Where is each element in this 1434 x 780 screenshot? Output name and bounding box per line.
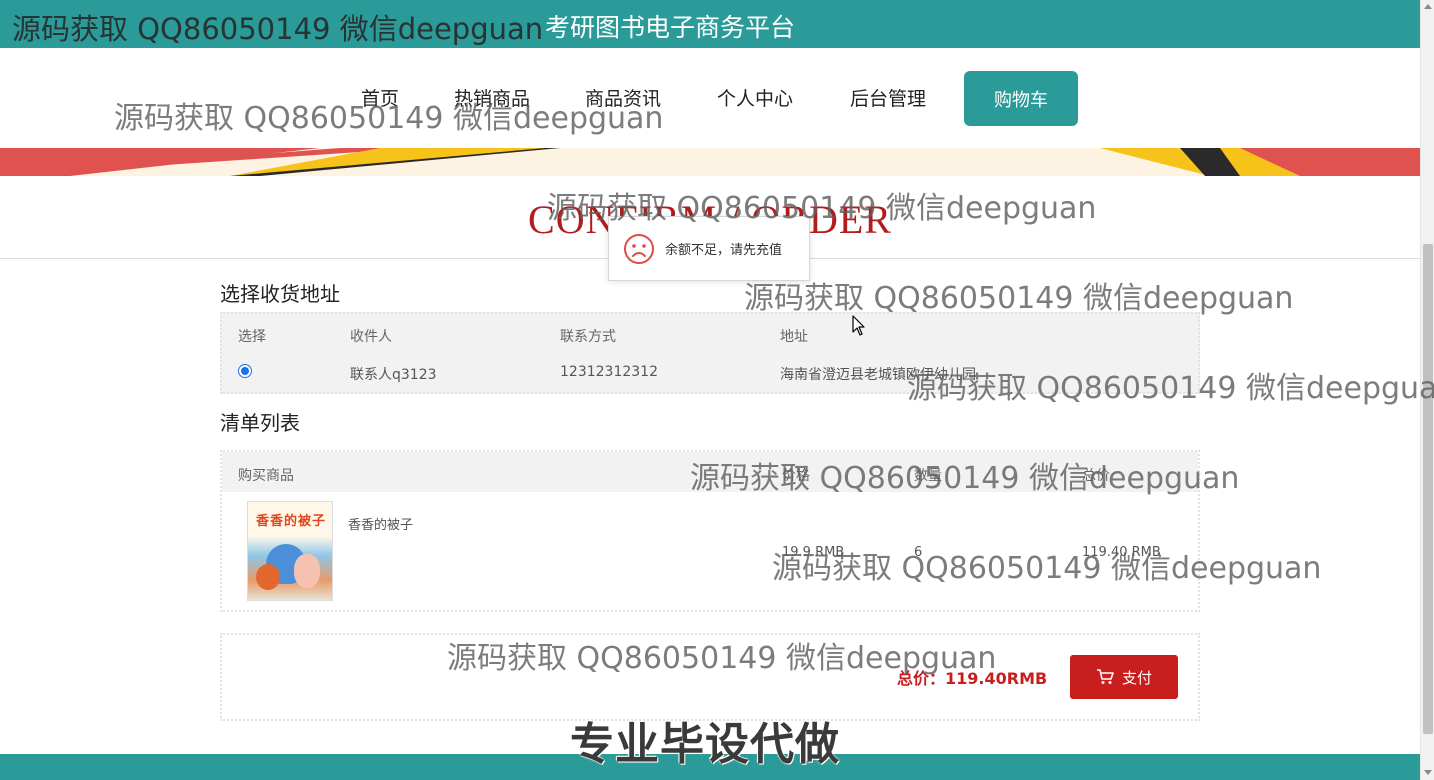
product-subtotal: 119.40 RMB [1082, 545, 1161, 560]
items-col-product: 购买商品 [238, 468, 294, 484]
page-scrollbar[interactable] [1420, 0, 1434, 780]
address-radio[interactable] [238, 364, 252, 378]
items-table: 购买商品 价格 数量 总价 香香的被子 香香的被子 19.9 RMB 6 119… [220, 450, 1200, 612]
toast-message: 余额不足，请先充值 [608, 216, 810, 281]
items-section-title: 清单列表 [220, 411, 300, 435]
radio-selected-dot [241, 367, 249, 375]
product-name[interactable]: 香香的被子 [348, 514, 413, 533]
site-title: 考研图书电子商务平台 [545, 13, 796, 42]
items-col-subtotal: 总价 [1082, 468, 1110, 484]
address-phone: 12312312312 [560, 364, 658, 380]
product-cover-image[interactable]: 香香的被子 [247, 501, 333, 601]
address-table: 选择 收件人 联系方式 地址 联系人q3123 12312312312 海南省澄… [220, 312, 1200, 394]
total-price: 总价：119.40RMB [897, 669, 1048, 688]
scroll-up-icon[interactable] [1424, 4, 1432, 9]
items-col-price: 价格 [782, 468, 810, 484]
items-col-quantity: 数量 [914, 468, 942, 484]
top-header-bar: 考研图书电子商务平台 [0, 0, 1420, 48]
address-section-title: 选择收货地址 [220, 282, 340, 306]
product-price: 19.9 RMB [782, 545, 845, 560]
scroll-thumb[interactable] [1423, 244, 1433, 734]
cover-illustration-child [294, 554, 320, 588]
cover-title: 香香的被子 [256, 514, 327, 529]
nav-home[interactable]: 首页 [361, 84, 399, 111]
nav-hot-products[interactable]: 热销商品 [454, 84, 530, 111]
cover-illustration-fox [256, 564, 280, 590]
watermark: 源码获取 QQ86050149 微信deepguan [744, 281, 1294, 316]
address-col-phone: 联系方式 [560, 329, 616, 345]
pay-button-label: 支付 [1121, 668, 1152, 687]
product-quantity: 6 [914, 545, 923, 560]
nav-personal-center[interactable]: 个人中心 [717, 84, 793, 111]
promo-overlay: 专业毕设代做 [570, 719, 840, 770]
address-recipient: 联系人q3123 [350, 367, 437, 383]
pay-button[interactable]: 支付 [1070, 655, 1178, 699]
cart-icon [1096, 669, 1114, 684]
scroll-down-icon[interactable] [1424, 770, 1432, 775]
nav-product-news[interactable]: 商品资讯 [585, 84, 661, 111]
nav-admin[interactable]: 后台管理 [850, 84, 926, 111]
main-nav: 首页 热销商品 商品资讯 个人中心 后台管理 购物车 [0, 48, 1420, 148]
address-text: 海南省澄迈县老城镇欧伊幼儿园 [780, 367, 976, 383]
address-col-address: 地址 [780, 329, 808, 345]
address-col-select: 选择 [238, 329, 266, 345]
sad-face-icon [624, 233, 654, 264]
mouse-cursor-icon [852, 315, 865, 336]
items-table-header: 购买商品 价格 数量 总价 [222, 452, 1198, 492]
cart-button[interactable]: 购物车 [964, 71, 1078, 126]
address-col-recipient: 收件人 [350, 329, 392, 345]
toast-text: 余额不足，请先充值 [665, 243, 783, 258]
banner-image [0, 148, 1420, 176]
